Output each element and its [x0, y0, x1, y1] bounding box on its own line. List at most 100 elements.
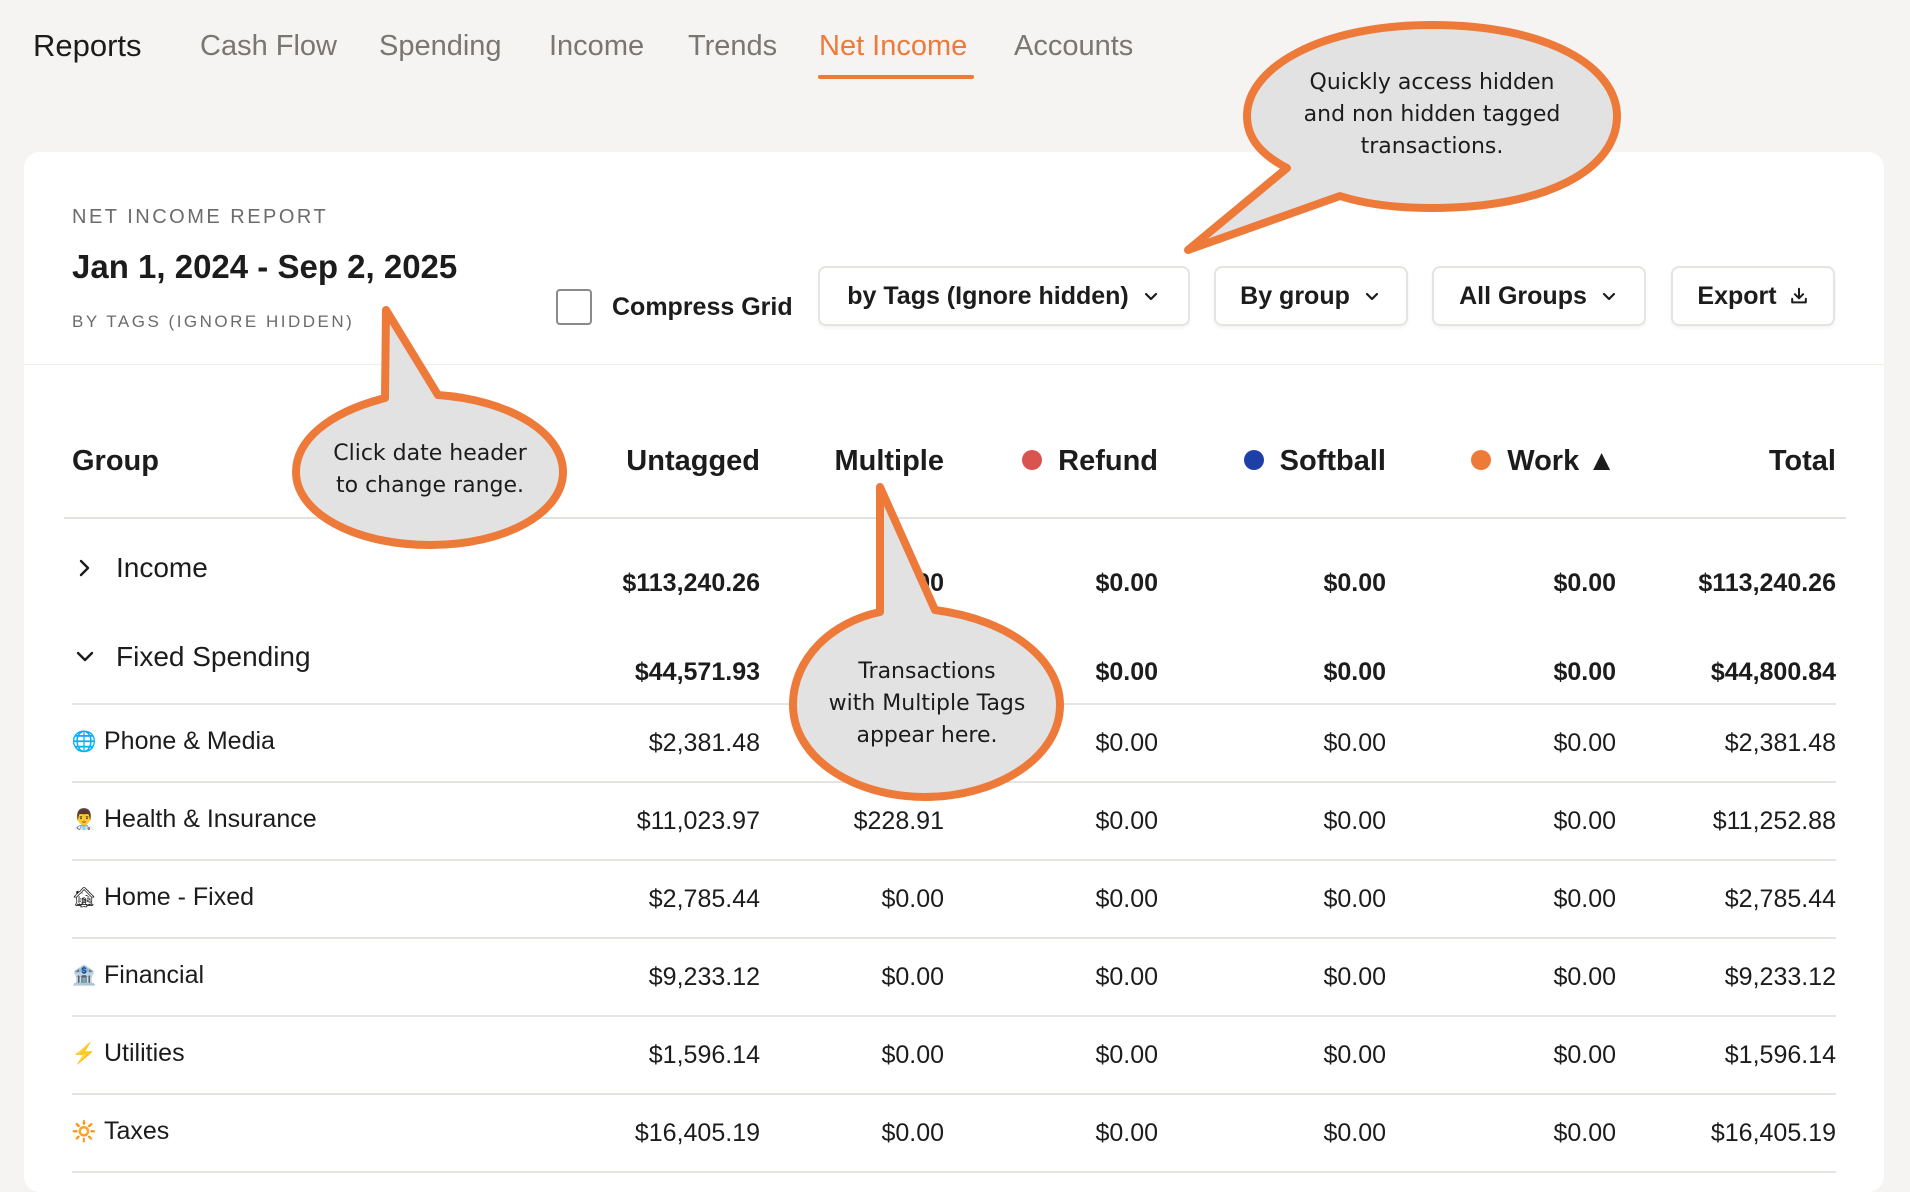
work-color-dot	[1471, 450, 1492, 471]
category-name: Taxes	[104, 1117, 170, 1145]
row-divider	[72, 1171, 1836, 1173]
col-header-refund[interactable]: Refund	[1022, 445, 1158, 478]
refund-color-dot	[1022, 450, 1043, 471]
category-name: Health & Insurance	[104, 805, 317, 833]
cell-multiple: $228.91	[853, 807, 944, 835]
cell-softball: $0.00	[1323, 963, 1386, 991]
multiple-callout-text: Transactions with Multiple Tags appear h…	[797, 656, 1057, 752]
callout-line: Quickly access hidden	[1309, 70, 1555, 95]
cell-refund: $0.00	[1095, 729, 1158, 757]
category-label: 🌐 Phone & Media	[72, 727, 275, 756]
fixed-refund: $0.00	[1095, 658, 1158, 686]
row-divider	[72, 1093, 1836, 1095]
callout-line: Transactions	[858, 659, 996, 684]
cell-multiple: $0.00	[881, 1119, 944, 1147]
col-header-untagged[interactable]: Untagged	[626, 445, 760, 478]
compress-grid-checkbox[interactable]	[556, 289, 592, 325]
row-divider	[72, 859, 1836, 861]
col-header-total[interactable]: Total	[1769, 445, 1836, 478]
tab-income[interactable]: Income	[549, 30, 644, 63]
income-work: $0.00	[1553, 569, 1616, 597]
callout-line: with Multiple Tags	[828, 691, 1026, 716]
chevron-down-icon	[1144, 292, 1157, 301]
col-header-group[interactable]: Group	[72, 445, 159, 478]
cell-work: $0.00	[1553, 807, 1616, 835]
chevron-down-icon	[1602, 292, 1615, 301]
tags-dropdown[interactable]: by Tags (Ignore hidden)	[818, 266, 1190, 326]
groups-filter-dropdown[interactable]: All Groups	[1432, 266, 1646, 326]
refund-header-label: Refund	[1058, 445, 1158, 477]
group-row-income[interactable]: Income	[76, 552, 208, 584]
cell-untagged: $2,381.48	[648, 729, 760, 757]
compress-grid-toggle[interactable]: Compress Grid	[556, 289, 793, 325]
cell-refund: $0.00	[1095, 885, 1158, 913]
tab-trends[interactable]: Trends	[688, 30, 777, 63]
tags-dropdown-label: by Tags (Ignore hidden)	[847, 281, 1129, 310]
tab-spending[interactable]: Spending	[379, 30, 502, 63]
cell-work: $0.00	[1553, 963, 1616, 991]
download-icon	[1790, 287, 1807, 304]
health-worker-icon: 👨‍⚕️	[71, 809, 97, 831]
cell-refund: $0.00	[1095, 1119, 1158, 1147]
category-label: 🏚 Home - Fixed	[71, 883, 254, 912]
globe-icon: 🌐	[71, 731, 97, 753]
row-divider	[72, 781, 1836, 783]
cell-refund: $0.00	[1095, 807, 1158, 835]
bank-icon: 🏦	[71, 965, 97, 987]
tab-cash-flow[interactable]: Cash Flow	[200, 30, 337, 63]
chevron-down-icon	[1365, 292, 1378, 301]
report-subtitle: BY TAGS (IGNORE HIDDEN)	[72, 312, 355, 331]
fixed-untagged: $44,571.93	[634, 658, 760, 686]
category-name: Utilities	[104, 1039, 185, 1067]
grouping-dropdown[interactable]: By group	[1214, 266, 1408, 326]
category-label: 👨‍⚕️ Health & Insurance	[72, 805, 317, 834]
fixed-softball: $0.00	[1323, 658, 1386, 686]
cell-work: $0.00	[1553, 1041, 1616, 1069]
cell-total: $11,252.88	[1712, 807, 1836, 835]
fixed-work: $0.00	[1553, 658, 1616, 686]
export-button[interactable]: Export	[1671, 266, 1835, 326]
cell-untagged: $16,405.19	[634, 1119, 760, 1147]
category-label: 🔆 Taxes	[72, 1117, 170, 1146]
chevron-right-icon	[79, 559, 90, 577]
tab-net-income[interactable]: Net Income	[819, 30, 967, 63]
col-header-softball[interactable]: Softball	[1243, 445, 1386, 478]
cell-total: $1,596.14	[1724, 1041, 1836, 1069]
cell-total: $16,405.19	[1710, 1119, 1836, 1147]
softball-header-label: Softball	[1279, 445, 1386, 477]
callout-line: transactions.	[1360, 134, 1504, 159]
export-label: Export	[1697, 281, 1777, 310]
header-divider	[24, 364, 1884, 365]
col-header-multiple[interactable]: Multiple	[834, 445, 944, 478]
income-untagged: $113,240.26	[622, 569, 760, 597]
work-header-label: Work ▲	[1507, 445, 1616, 477]
top-nav: Reports Cash Flow Spending Income Trends…	[0, 0, 1910, 120]
income-total: $113,240.26	[1698, 569, 1836, 597]
page-title: Reports	[33, 28, 142, 63]
category-name: Phone & Media	[104, 727, 275, 755]
active-tab-indicator	[818, 75, 974, 79]
cell-untagged: $9,233.12	[648, 963, 760, 991]
category-label: 🏦 Financial	[71, 961, 205, 990]
cell-softball: $0.00	[1323, 1041, 1386, 1069]
cell-multiple: $0.00	[881, 885, 944, 913]
cell-multiple: $0.00	[881, 1041, 944, 1069]
cell-refund: $0.00	[1095, 963, 1158, 991]
col-header-work[interactable]: Work ▲	[1471, 445, 1616, 478]
groups-filter-label: All Groups	[1459, 281, 1587, 310]
group-row-fixed-spending[interactable]: Fixed Spending	[76, 641, 311, 673]
cell-softball: $0.00	[1323, 729, 1386, 757]
cell-untagged: $1,596.14	[648, 1041, 760, 1069]
cell-softball: $0.00	[1323, 885, 1386, 913]
row-divider	[72, 1015, 1836, 1017]
softball-color-dot	[1243, 450, 1264, 471]
tab-accounts[interactable]: Accounts	[1014, 30, 1133, 63]
cell-untagged: $2,785.44	[648, 885, 760, 913]
chevron-down-icon	[76, 651, 94, 662]
category-label: ⚡ Utilities	[72, 1039, 185, 1068]
income-softball: $0.00	[1323, 569, 1386, 597]
date-range-header[interactable]: Jan 1, 2024 - Sep 2, 2025	[72, 248, 457, 286]
callout-line: appear here.	[856, 723, 998, 748]
callout-line: to change range.	[336, 473, 524, 498]
compress-grid-label: Compress Grid	[612, 292, 793, 321]
